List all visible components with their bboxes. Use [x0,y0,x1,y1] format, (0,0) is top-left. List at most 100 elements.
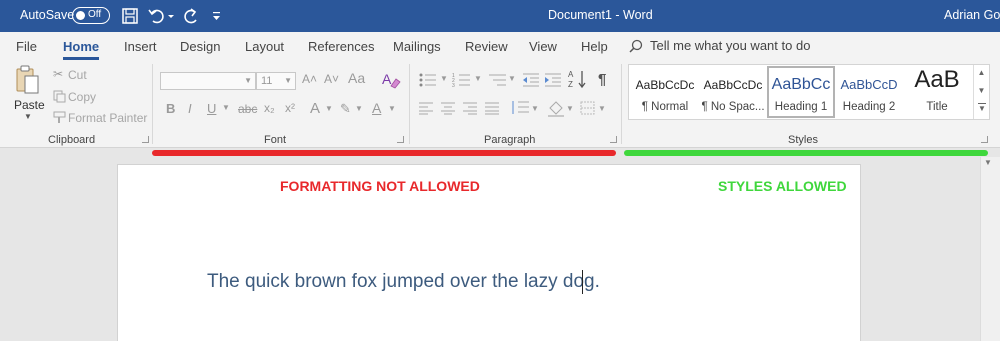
font-size-combo[interactable]: 11 ▼ [256,72,296,90]
style-heading-2[interactable]: AaBbCcD Heading 2 [835,66,903,118]
multilevel-dropdown-icon[interactable]: ▼ [508,74,516,83]
style-sample: AaBbCcDc [635,78,695,92]
not-allowed-bar [152,150,616,156]
style-normal[interactable]: AaBbCcDc ¶ Normal [631,66,699,118]
allowed-bar [624,150,988,156]
document-body-text[interactable]: The quick brown fox jumped over the lazy… [207,271,600,293]
cut-button[interactable]: Cut [68,68,87,82]
superscript-icon[interactable]: x² [285,101,295,115]
vertical-scrollbar[interactable] [980,157,1000,341]
gallery-more-icon[interactable]: ▼ [978,103,986,113]
strikethrough-icon[interactable]: abc [238,102,257,116]
paste-icon[interactable] [14,64,40,96]
bold-icon[interactable]: B [166,101,175,116]
font-name-combo[interactable]: ▼ [160,72,256,90]
style-name: ¶ Normal [641,101,689,113]
highlight-dropdown-icon[interactable]: ▼ [355,104,363,113]
tab-references[interactable]: References [308,39,374,54]
group-divider [621,64,622,144]
tab-insert[interactable]: Insert [124,39,157,54]
styles-gallery: AaBbCcDc ¶ Normal AaBbCcDc ¶ No Spac... … [628,64,990,120]
underline-dropdown-icon[interactable]: ▼ [222,103,230,112]
paste-dropdown-icon[interactable]: ▼ [24,112,32,121]
clipboard-launcher-icon[interactable] [142,136,149,143]
style-no-spacing[interactable]: AaBbCcDc ¶ No Spac... [699,66,767,118]
clear-formatting-icon[interactable]: A [381,70,401,90]
tab-help[interactable]: Help [581,39,608,54]
font-size-value: 11 [261,75,273,87]
style-sample: AaBbCcD [840,77,898,92]
change-case-icon[interactable]: Aa [348,70,365,86]
font-color-icon[interactable]: A [372,100,381,116]
style-title[interactable]: AaB Title [903,66,971,118]
numbering-icon[interactable]: 1 2 3 [452,72,472,88]
text-effects-dropdown-icon[interactable]: ▼ [325,104,333,113]
borders-dropdown-icon[interactable]: ▼ [598,104,606,113]
autosave-toggle[interactable]: Off [72,7,110,24]
style-name: Heading 1 [774,101,828,113]
tab-home[interactable]: Home [63,39,100,60]
redo-icon[interactable] [181,6,201,26]
style-heading-1[interactable]: AaBbCc Heading 1 [767,66,835,118]
user-name[interactable]: Adrian Gor [944,8,1000,22]
sort-icon[interactable]: A Z [568,69,588,89]
line-spacing-icon[interactable] [510,100,530,116]
underline-icon[interactable]: U [207,101,216,116]
gallery-up-icon[interactable]: ▲ [974,68,989,77]
justify-icon[interactable] [484,101,500,115]
paragraph-launcher-icon[interactable] [610,136,617,143]
ruler-marker-icon: ▼ [984,158,992,167]
line-spacing-dropdown-icon[interactable]: ▼ [531,104,539,113]
undo-icon[interactable] [147,6,167,26]
paragraph-group-label: Paragraph [484,134,536,146]
bullets-dropdown-icon[interactable]: ▼ [440,74,448,83]
tab-view[interactable]: View [529,39,557,54]
numbering-dropdown-icon[interactable]: ▼ [474,74,482,83]
increase-indent-icon[interactable] [544,72,562,88]
copy-button[interactable]: Copy [68,90,96,104]
paste-button[interactable]: Paste [14,98,45,112]
align-left-icon[interactable] [418,101,434,115]
svg-text:3: 3 [452,83,455,88]
styles-allowed-annotation: STYLES ALLOWED [718,178,847,194]
highlight-icon[interactable]: ✎ [340,101,351,117]
subscript-icon[interactable]: x₂ [264,101,275,115]
save-icon[interactable] [121,6,139,26]
tab-mailings[interactable]: Mailings [393,39,441,54]
tell-me-search[interactable]: Tell me what you want to do [650,38,810,53]
font-launcher-icon[interactable] [397,136,404,143]
tab-review[interactable]: Review [465,39,508,54]
multilevel-list-icon[interactable] [488,72,508,88]
format-painter-button[interactable]: Format Painter [68,111,147,125]
toggle-knob [76,11,85,20]
font-color-dropdown-icon[interactable]: ▼ [388,104,396,113]
formatting-not-allowed-annotation: FORMATTING NOT ALLOWED [280,178,480,194]
chevron-down-icon: ▼ [284,76,292,85]
align-right-icon[interactable] [462,101,478,115]
italic-icon[interactable]: I [188,101,192,116]
styles-group-label: Styles [788,134,818,146]
undo-dropdown-icon[interactable] [167,6,175,26]
tab-design[interactable]: Design [180,39,220,54]
style-sample: AaB [914,66,960,93]
bullets-icon[interactable] [418,72,438,88]
format-painter-icon [53,111,66,123]
tab-file[interactable]: File [16,39,37,54]
grow-font-icon[interactable]: A˄ [302,72,317,86]
styles-launcher-icon[interactable] [981,136,988,143]
text-effects-icon[interactable]: A [310,100,320,117]
tab-layout[interactable]: Layout [245,39,284,54]
text-cursor [582,270,583,294]
style-name: Heading 2 [842,101,896,113]
show-formatting-marks-icon[interactable]: ¶ [598,71,606,88]
shading-icon[interactable] [547,100,565,118]
shrink-font-icon[interactable]: A˅ [324,72,339,86]
clipboard-group-label: Clipboard [48,134,96,146]
borders-icon[interactable] [580,101,596,115]
gallery-down-icon[interactable]: ▼ [974,86,989,95]
style-sample: AaBbCc [771,76,831,93]
decrease-indent-icon[interactable] [522,72,540,88]
shading-dropdown-icon[interactable]: ▼ [566,104,574,113]
customize-toolbar-icon[interactable] [212,6,222,26]
align-center-icon[interactable] [440,101,456,115]
